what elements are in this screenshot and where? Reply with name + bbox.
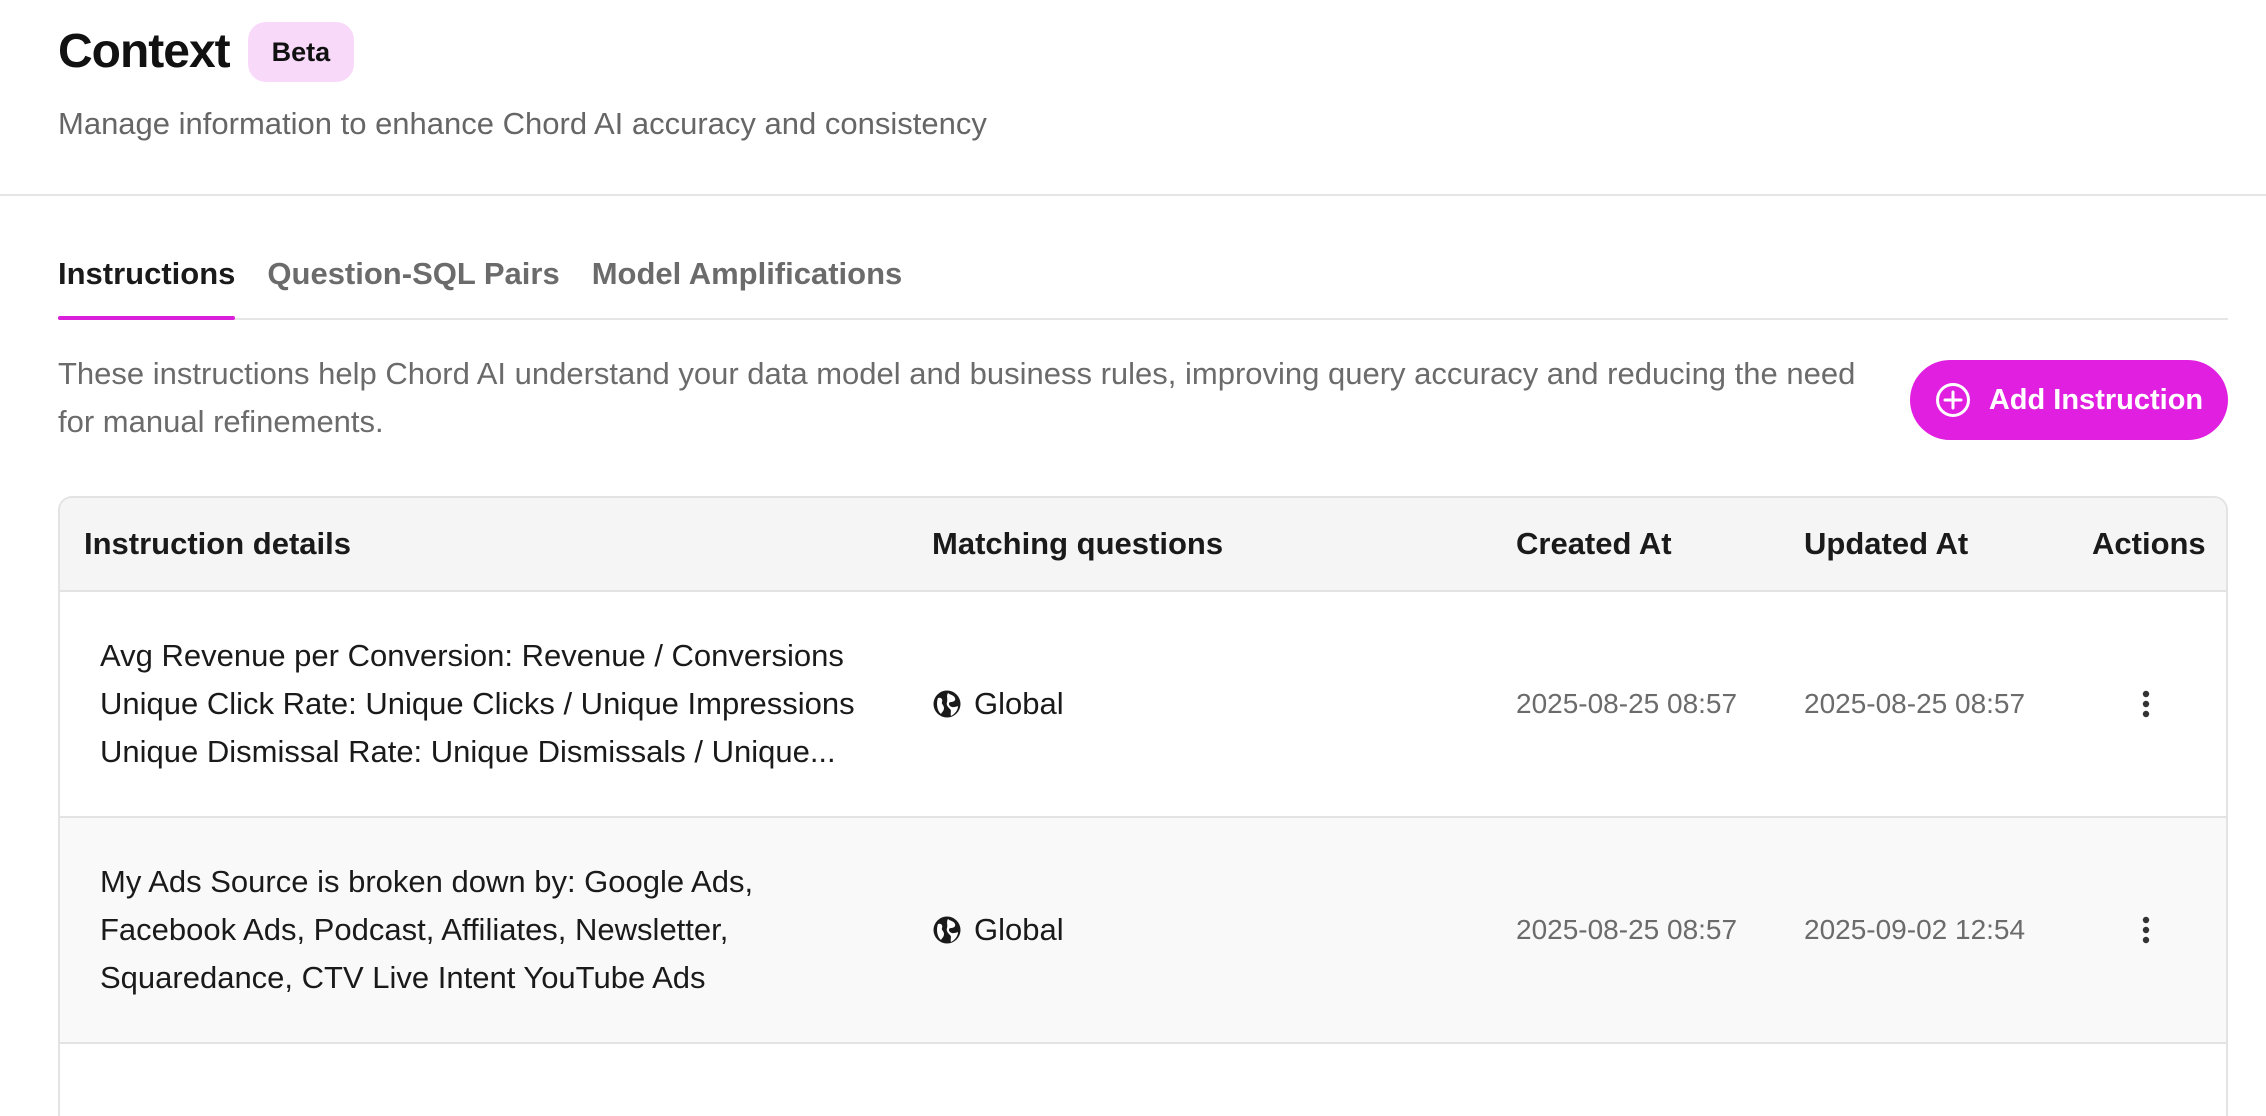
table-header: Instruction details Matching questions C… — [60, 498, 2226, 592]
page-header: Context Beta Manage information to enhan… — [0, 0, 2266, 196]
title-row: Context Beta — [58, 20, 355, 84]
more-actions-icon[interactable] — [2128, 912, 2164, 948]
matching-questions-cell: Global — [932, 592, 1064, 816]
globe-icon — [932, 689, 962, 719]
column-header-updated-at: Updated At — [1804, 526, 1969, 561]
more-actions-icon[interactable] — [2128, 686, 2164, 722]
instruction-line: My Ads Source is broken down by: Google … — [100, 864, 754, 899]
page-title: Context — [58, 25, 231, 78]
instruction-line: Squaredance, CTV Live Intent YouTube Ads — [100, 960, 706, 995]
table-row[interactable]: Avg Revenue per Conversion: Revenue / Co… — [60, 592, 2226, 818]
matching-scope: Global — [974, 686, 1064, 721]
globe-icon — [932, 915, 962, 945]
created-at-cell: 2025-08-25 08:57 — [1516, 914, 1738, 945]
column-header-instruction-details: Instruction details — [84, 526, 351, 561]
tab-instructions[interactable]: Instructions — [58, 248, 236, 320]
updated-at-cell: 2025-09-02 12:54 — [1804, 914, 2026, 945]
instruction-line: Avg Revenue per Conversion: Revenue / Co… — [100, 638, 844, 673]
page-subtitle: Manage information to enhance Chord AI a… — [58, 106, 987, 141]
instruction-line: Facebook Ads, Podcast, Affiliates, Newsl… — [100, 912, 729, 947]
instruction-line: Unique Dismissal Rate: Unique Dismissals… — [100, 734, 836, 769]
instruction-details-cell: My Ads Source is broken down by: Google … — [100, 858, 900, 1002]
tab-question-sql-pairs[interactable]: Question-SQL Pairs — [267, 248, 559, 318]
column-header-matching-questions: Matching questions — [932, 526, 1224, 561]
instruction-details-cell: Avg Revenue per Conversion: Revenue / Co… — [100, 632, 900, 776]
instruction-line: Unique Click Rate: Unique Clicks / Uniqu… — [100, 686, 855, 721]
plus-circle-icon — [1935, 382, 1971, 418]
beta-badge: Beta — [247, 22, 355, 82]
instructions-description: These instructions help Chord AI underst… — [58, 356, 1856, 439]
matching-scope: Global — [974, 912, 1064, 947]
table-row[interactable]: My Ads Source is broken down by: Google … — [60, 818, 2226, 1044]
tab-bar: Instructions Question-SQL Pairs Model Am… — [58, 248, 2228, 320]
column-header-created-at: Created At — [1516, 526, 1672, 561]
updated-at-cell: 2025-08-25 08:57 — [1804, 688, 2026, 719]
add-instruction-button[interactable]: Add Instruction — [1910, 360, 2228, 440]
tab-model-amplifications[interactable]: Model Amplifications — [592, 248, 903, 318]
add-instruction-label: Add Instruction — [1988, 383, 2204, 416]
created-at-cell: 2025-08-25 08:57 — [1516, 688, 1738, 719]
instructions-table: Instruction details Matching questions C… — [58, 496, 2228, 1116]
column-header-actions: Actions — [2092, 526, 2206, 561]
matching-questions-cell: Global — [932, 818, 1064, 1042]
